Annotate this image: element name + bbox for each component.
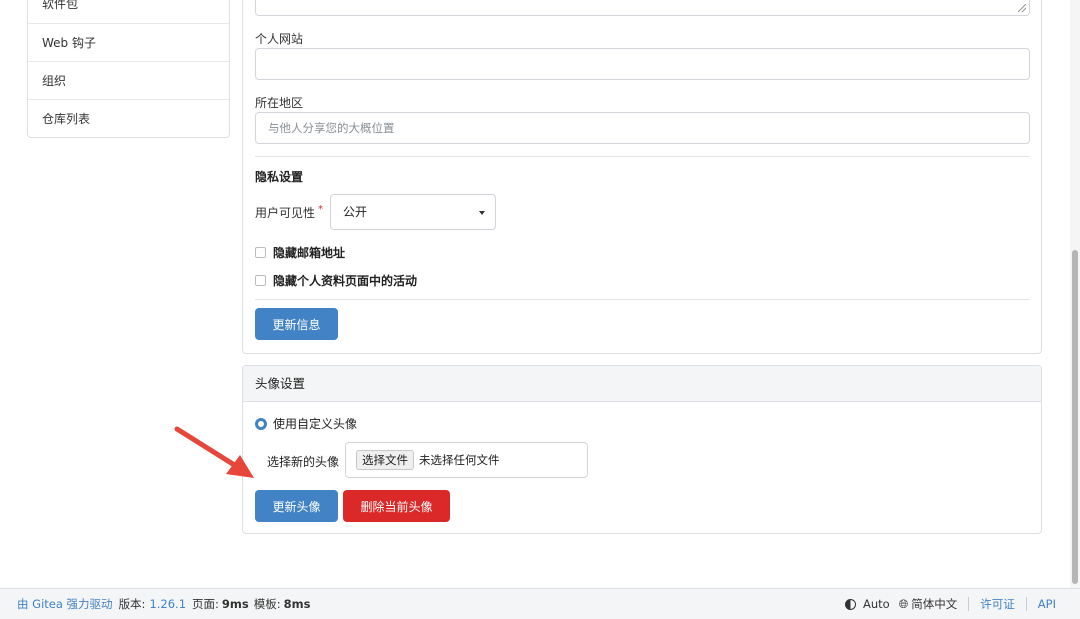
custom-avatar-option[interactable]: 使用自定义头像 — [255, 415, 357, 432]
update-profile-button[interactable]: 更新信息 — [255, 308, 338, 340]
divider — [255, 156, 1030, 157]
required-mark: * — [318, 204, 324, 215]
template-time-value: 8ms — [283, 597, 311, 611]
custom-avatar-label: 使用自定义头像 — [273, 417, 358, 431]
settings-page: 软件包 Web 钩子 组织 仓库列表 个人网站 所在地区 隐私设置 用户可见性*… — [0, 0, 1080, 619]
language-switcher[interactable]: 🌐︎ 简体中文 — [899, 596, 958, 612]
sidebar-item-packages[interactable]: 软件包 — [28, 0, 229, 23]
avatar-card-header: 头像设置 — [243, 366, 1041, 402]
visibility-select[interactable]: 公开 — [330, 194, 496, 230]
settings-sidebar: 软件包 Web 钩子 组织 仓库列表 — [27, 0, 230, 138]
location-input[interactable] — [255, 112, 1030, 144]
powered-by-link[interactable]: 由 Gitea 强力驱动 — [17, 596, 113, 612]
footer-left: 由 Gitea 强力驱动 版本: 1.26.1 页面: 9ms 模板: 8ms — [17, 596, 310, 612]
divider — [255, 299, 1030, 300]
theme-switcher[interactable]: Auto — [844, 597, 890, 611]
api-link[interactable]: API — [1038, 597, 1056, 611]
resize-handle-icon[interactable] — [1018, 4, 1026, 12]
sidebar-item-organizations[interactable]: 组织 — [28, 61, 229, 99]
visibility-label: 用户可见性 * — [255, 204, 323, 221]
language-label: 简体中文 — [911, 597, 958, 611]
sidebar-item-webhooks[interactable]: Web 钩子 — [28, 23, 229, 61]
website-input[interactable] — [255, 48, 1030, 80]
footer-right: Auto 🌐︎ 简体中文 许可证 API — [844, 596, 1056, 612]
dropdown-caret-icon — [479, 211, 485, 215]
version-value[interactable]: 1.26.1 — [149, 597, 186, 611]
website-label: 个人网站 — [255, 32, 304, 46]
choose-avatar-label: 选择新的头像 — [267, 455, 340, 469]
footer-separator — [968, 597, 970, 611]
hide-email-label: 隐藏邮箱地址 — [273, 246, 346, 260]
location-label: 所在地区 — [255, 96, 304, 110]
profile-settings-card: 个人网站 所在地区 隐私设置 用户可见性* 公开 隐藏邮箱地址 隐藏个人资料页面… — [242, 0, 1042, 354]
biography-textarea[interactable] — [255, 0, 1030, 16]
globe-icon: 🌐︎ — [898, 596, 909, 611]
visibility-selected-value: 公开 — [343, 205, 368, 219]
theme-icon — [844, 598, 856, 610]
version-label: 版本: — [118, 597, 146, 611]
file-status-text: 未选择任何文件 — [419, 453, 500, 467]
visibility-label-text: 用户可见性 — [255, 206, 316, 220]
page-time-label: 页面: — [192, 597, 219, 611]
hide-activity-label: 隐藏个人资料页面中的活动 — [273, 274, 418, 288]
avatar-settings-card: 头像设置 使用自定义头像 选择新的头像 选择文件 未选择任何文件 更新头像 删除… — [242, 365, 1042, 534]
hide-activity-row[interactable]: 隐藏个人资料页面中的活动 — [255, 272, 417, 289]
update-avatar-button[interactable]: 更新头像 — [255, 490, 338, 522]
license-link[interactable]: 许可证 — [980, 596, 1015, 612]
delete-avatar-button[interactable]: 删除当前头像 — [343, 490, 450, 522]
scrollbar-thumb[interactable] — [1072, 250, 1078, 584]
privacy-section-title: 隐私设置 — [255, 170, 304, 184]
hide-email-checkbox[interactable] — [255, 247, 266, 258]
sidebar-item-repositories[interactable]: 仓库列表 — [28, 99, 229, 137]
choose-file-button[interactable]: 选择文件 — [356, 450, 414, 470]
page-footer: 由 Gitea 强力驱动 版本: 1.26.1 页面: 9ms 模板: 8ms … — [0, 588, 1080, 619]
annotation-arrow-icon — [174, 426, 254, 478]
template-time-label: 模板: — [253, 597, 281, 611]
hide-activity-checkbox[interactable] — [255, 275, 266, 286]
footer-separator — [1025, 597, 1027, 611]
hide-email-row[interactable]: 隐藏邮箱地址 — [255, 244, 345, 261]
avatar-file-input[interactable]: 选择文件 未选择任何文件 — [345, 442, 588, 478]
theme-label: Auto — [862, 597, 890, 611]
page-time-value: 9ms — [221, 597, 249, 611]
